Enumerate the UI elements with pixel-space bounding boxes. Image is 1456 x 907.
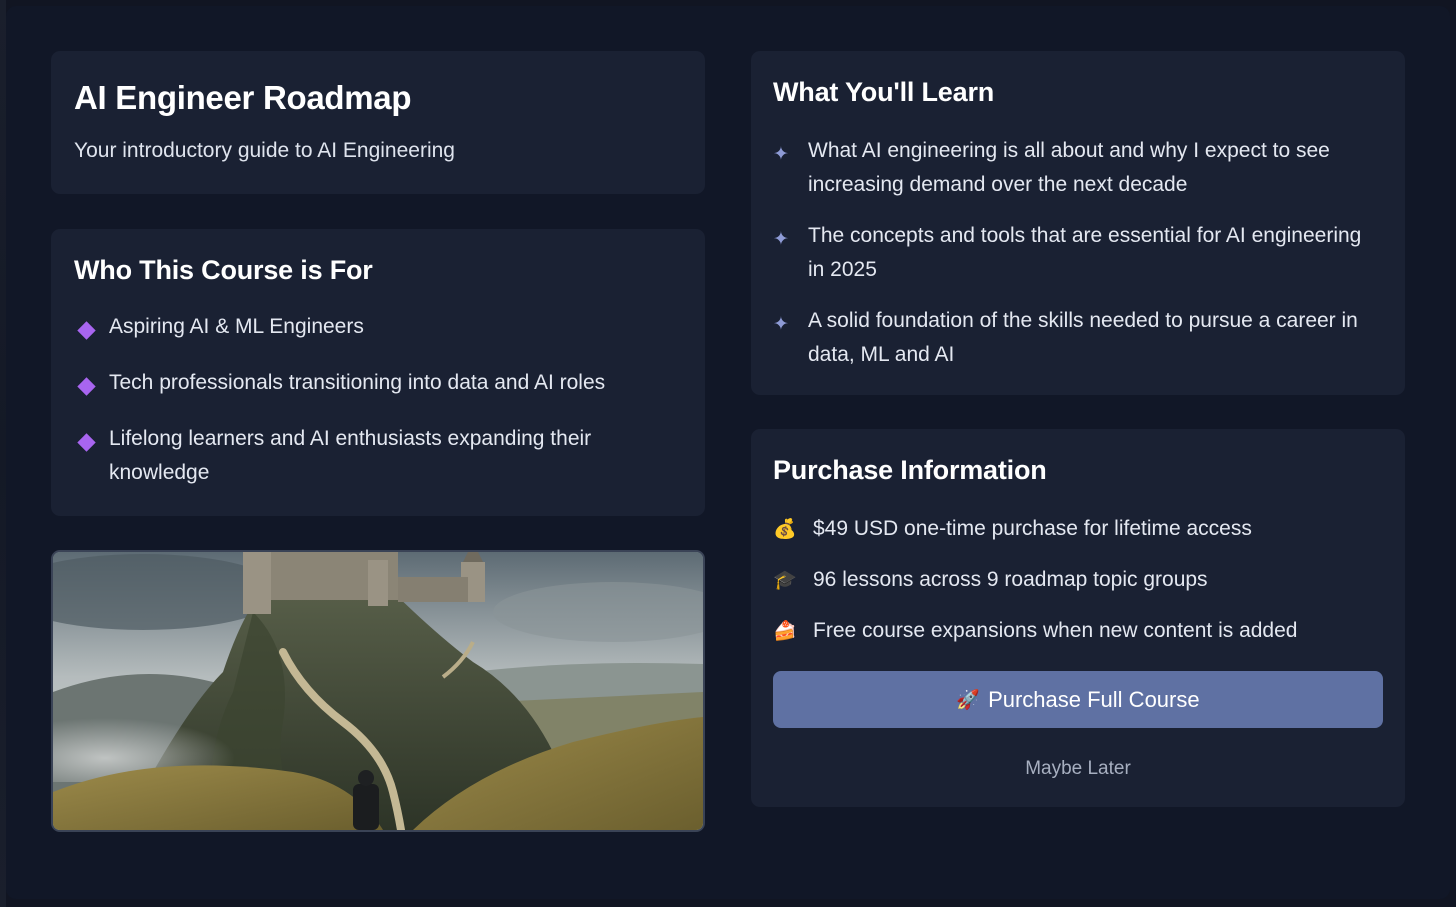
list-item: ✦ The concepts and tools that are essent…	[773, 219, 1383, 287]
purchase-button-label: Purchase Full Course	[988, 686, 1200, 712]
list-item: Tech professionals transitioning into da…	[74, 366, 682, 400]
graduation-cap-icon: 🎓	[773, 569, 797, 591]
list-item: ✦ What AI engineering is all about and w…	[773, 134, 1383, 202]
audience-card: Who This Course is For Aspiring AI & ML …	[51, 229, 705, 516]
diamond-bullet-icon	[77, 433, 96, 452]
course-title: AI Engineer Roadmap	[74, 79, 412, 116]
audience-item-text: Aspiring AI & ML Engineers	[109, 315, 364, 338]
purchase-item-text: 96 lessons across 9 roadmap topic groups	[813, 568, 1208, 591]
audience-heading: Who This Course is For	[74, 255, 373, 285]
title-card: AI Engineer Roadmap Your introductory gu…	[51, 51, 705, 194]
learn-list: ✦ What AI engineering is all about and w…	[773, 134, 1383, 372]
sparkle-icon: ✦	[773, 229, 789, 250]
list-item: 🎓 96 lessons across 9 roadmap topic grou…	[773, 563, 1383, 597]
list-item: Aspiring AI & ML Engineers	[74, 310, 682, 344]
purchase-info-list: 💰 $49 USD one-time purchase for lifetime…	[773, 512, 1383, 648]
list-item: 💰 $49 USD one-time purchase for lifetime…	[773, 512, 1383, 546]
learn-item-text: A solid foundation of the skills needed …	[808, 309, 1358, 366]
course-illustration	[51, 550, 705, 832]
money-bag-icon: 💰	[773, 518, 797, 540]
cake-icon: 🍰	[773, 620, 797, 642]
list-item: Lifelong learners and AI enthusiasts exp…	[74, 422, 682, 490]
diamond-bullet-icon	[77, 377, 96, 396]
diamond-bullet-icon	[77, 321, 96, 340]
audience-item-text: Tech professionals transitioning into da…	[109, 371, 606, 394]
rocket-icon: 🚀	[956, 689, 981, 711]
audience-item-text: Lifelong learners and AI enthusiasts exp…	[109, 427, 592, 484]
purchase-heading: Purchase Information	[773, 455, 1047, 485]
castle-landscape-image	[53, 552, 703, 830]
learn-heading: What You'll Learn	[773, 77, 995, 107]
learning-outcomes-card: What You'll Learn ✦ What AI engineering …	[751, 51, 1405, 395]
purchase-item-text: $49 USD one-time purchase for lifetime a…	[813, 517, 1252, 540]
maybe-later-button[interactable]: Maybe Later	[773, 752, 1383, 786]
learn-item-text: What AI engineering is all about and why…	[808, 139, 1330, 196]
course-modal: AI Engineer Roadmap Your introductory gu…	[6, 6, 1450, 899]
purchase-course-button[interactable]: 🚀 Purchase Full Course	[773, 671, 1383, 728]
audience-list: Aspiring AI & ML Engineers Tech professi…	[74, 310, 682, 490]
sparkle-icon: ✦	[773, 144, 789, 165]
purchase-card: Purchase Information 💰 $49 USD one-time …	[751, 429, 1405, 807]
learn-item-text: The concepts and tools that are essentia…	[808, 224, 1362, 281]
list-item: ✦ A solid foundation of the skills neede…	[773, 304, 1383, 372]
course-subtitle: Your introductory guide to AI Engineerin…	[74, 139, 455, 162]
purchase-item-text: Free course expansions when new content …	[813, 619, 1298, 642]
sparkle-icon: ✦	[773, 314, 789, 335]
list-item: 🍰 Free course expansions when new conten…	[773, 614, 1383, 648]
